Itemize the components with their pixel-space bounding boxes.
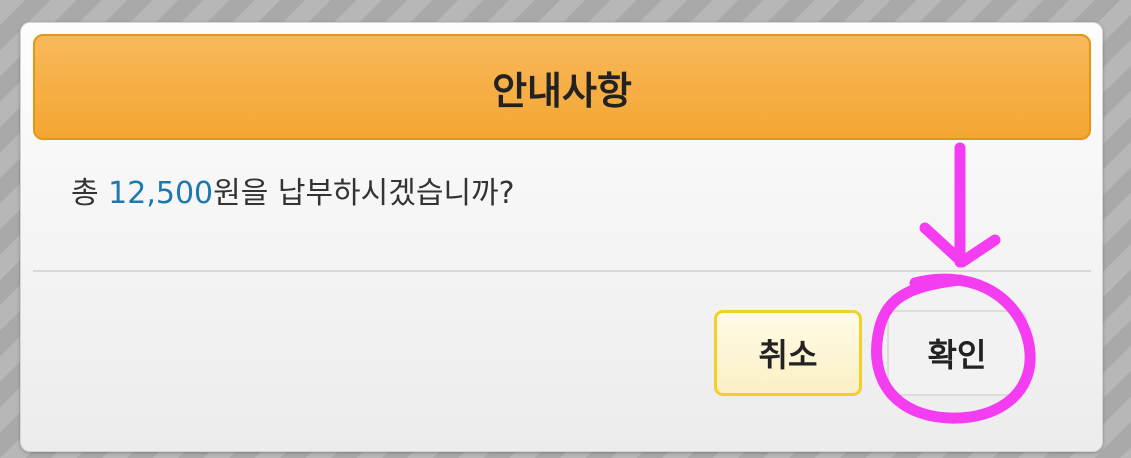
message-prefix: 총: [71, 176, 109, 211]
message-suffix: 원을 납부하시겠습니까?: [213, 176, 515, 211]
confirm-button[interactable]: 확인: [887, 310, 1027, 396]
payment-amount: 12,500: [108, 176, 214, 211]
payment-confirm-dialog: 안내사항 총 12,500원을 납부하시겠습니까? 취소 확인: [20, 22, 1103, 452]
dialog-divider: [33, 270, 1091, 272]
cancel-button[interactable]: 취소: [714, 310, 862, 396]
dialog-title: 안내사항: [492, 68, 632, 113]
dialog-message: 총 12,500원을 납부하시겠습니까?: [71, 168, 515, 212]
dialog-header: 안내사항: [33, 34, 1091, 140]
